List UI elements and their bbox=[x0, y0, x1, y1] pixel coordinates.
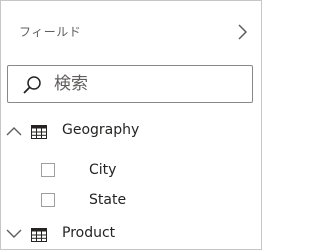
field-checkbox-city[interactable] bbox=[41, 163, 55, 177]
chevron-down-icon[interactable] bbox=[5, 225, 23, 243]
table-icon bbox=[31, 124, 47, 139]
field-label: City bbox=[89, 162, 117, 178]
search-box[interactable] bbox=[7, 65, 253, 103]
field-row-state[interactable]: State bbox=[1, 187, 261, 215]
pane-title: フィールド bbox=[19, 25, 82, 39]
table-icon bbox=[31, 227, 47, 242]
field-label: State bbox=[89, 192, 127, 208]
table-label: Product bbox=[62, 225, 116, 241]
search-icon bbox=[22, 75, 42, 95]
pane-header: フィールド bbox=[1, 1, 261, 61]
chevron-up-icon[interactable] bbox=[5, 122, 23, 140]
field-checkbox-state[interactable] bbox=[41, 193, 55, 207]
table-row-geography[interactable]: Geography bbox=[1, 116, 261, 146]
table-label: Geography bbox=[62, 122, 140, 138]
field-row-city[interactable]: City bbox=[1, 157, 261, 185]
fields-pane: フィールド 検索 Geography City State Product bbox=[0, 0, 262, 250]
chevron-right-icon[interactable] bbox=[233, 21, 253, 43]
table-row-product[interactable]: Product bbox=[1, 219, 261, 249]
search-input[interactable] bbox=[54, 72, 244, 96]
